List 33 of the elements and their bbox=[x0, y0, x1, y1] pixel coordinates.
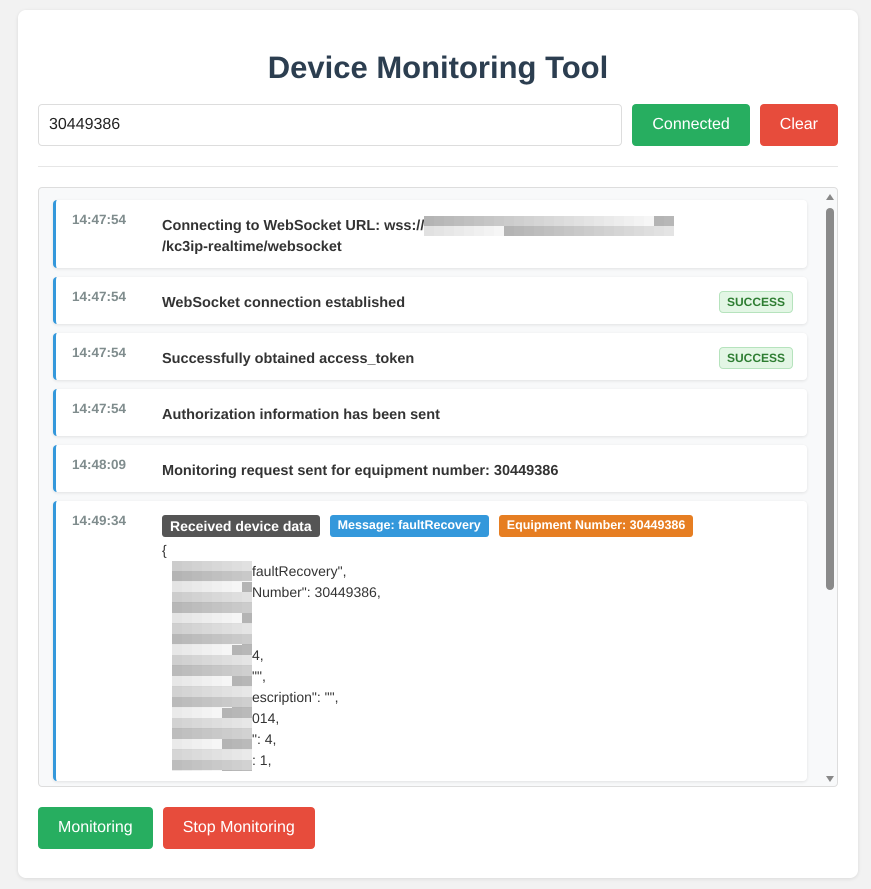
log-time: 14:47:54 bbox=[72, 289, 128, 304]
log-message: Authorization information has been sent bbox=[162, 406, 441, 426]
data-tag: Equipment Number: 30449386 bbox=[498, 515, 694, 538]
log-message: Connecting to WebSocket URL: wss:// bbox=[162, 218, 424, 234]
data-tag: Received device data bbox=[162, 515, 320, 538]
json-line: { bbox=[162, 541, 167, 560]
json-line: ": 4, bbox=[252, 730, 276, 750]
stop-button[interactable]: Clear bbox=[760, 104, 838, 146]
json-line: escription": "", bbox=[252, 688, 338, 708]
json-line: faultRecovery", bbox=[252, 562, 346, 582]
stop-button[interactable]: Stop Monitoring bbox=[162, 807, 315, 849]
json-line: 4, bbox=[252, 646, 264, 666]
log-time: 14:47:54 bbox=[72, 212, 128, 227]
log-time: 14:48:09 bbox=[72, 457, 128, 472]
log-message: Monitoring request sent for equipment number: 30449386 bbox=[162, 462, 560, 482]
status-badge: SUCCESS bbox=[718, 347, 793, 370]
json-line: "", bbox=[252, 667, 266, 686]
log-message: /kc3ip-realtime/websocket bbox=[162, 238, 342, 257]
scrollbar-drawing[interactable] bbox=[825, 192, 835, 784]
action-button[interactable]: Connected bbox=[632, 104, 750, 146]
log-time: 14:49:34 bbox=[72, 513, 128, 528]
status-badge: SUCCESS bbox=[718, 291, 793, 314]
log-message: WebSocket connection established bbox=[162, 294, 406, 314]
json-line: : 1, bbox=[252, 751, 272, 770]
json-line: 014, bbox=[252, 709, 280, 728]
log-message: Successfully obtained access_token bbox=[162, 350, 416, 370]
device-number-field[interactable]: 30449386 bbox=[38, 104, 622, 146]
json-line: Number": 30449386, bbox=[252, 583, 381, 602]
page-title: Device Monitoring Tool bbox=[266, 50, 610, 86]
log-time: 14:47:54 bbox=[72, 345, 128, 360]
log-time: 14:47:54 bbox=[72, 401, 128, 416]
action-button[interactable]: Monitoring bbox=[38, 807, 153, 849]
data-tag: Message: faultRecovery bbox=[330, 515, 489, 538]
